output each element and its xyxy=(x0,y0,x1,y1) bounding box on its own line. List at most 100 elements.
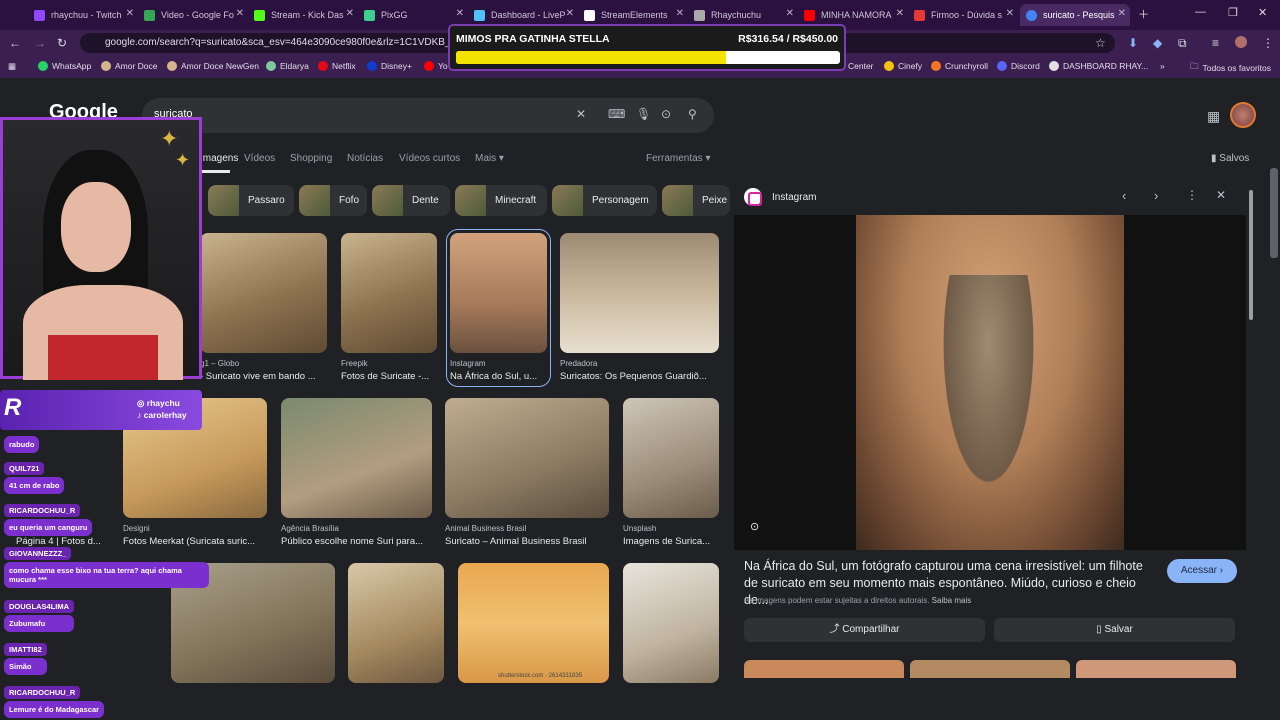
close-icon[interactable]: ✕ xyxy=(676,8,684,19)
chip-fofo[interactable]: Fofo xyxy=(299,185,367,216)
extensions-puzzle-icon[interactable]: ⧉ xyxy=(1178,36,1187,51)
next-icon[interactable]: › xyxy=(1154,188,1158,203)
image-result[interactable]: Freepik Fotos de Suricate -... xyxy=(341,233,437,383)
extension-icon[interactable]: ◆ xyxy=(1153,36,1162,50)
bookmark-netflix[interactable]: Netflix xyxy=(318,61,356,71)
eldarya-icon xyxy=(266,61,276,71)
menu-icon[interactable]: ⋮ xyxy=(1262,36,1274,50)
image-result-selected[interactable]: Instagram Na África do Sul, u... xyxy=(446,229,551,387)
close-icon[interactable]: ✕ xyxy=(1216,188,1226,202)
tab-twitch[interactable]: rhaychuu - Twitch ✕ xyxy=(28,4,138,26)
keyboard-icon[interactable]: ⌨ xyxy=(608,107,625,121)
tab-pixgg[interactable]: PixGG ✕ xyxy=(358,4,468,26)
image-result[interactable]: g1 – Globo - Suricato vive em bando ... xyxy=(200,233,327,383)
bookmark-youtube[interactable]: Yo xyxy=(424,61,448,71)
more-options-icon[interactable]: ⋮ xyxy=(1186,188,1198,202)
chip-dente[interactable]: Dente xyxy=(372,185,450,216)
close-icon[interactable]: ✕ xyxy=(236,8,244,19)
forward-icon[interactable]: → xyxy=(34,36,46,50)
scrollbar-thumb[interactable] xyxy=(1249,190,1253,320)
page-scrollbar[interactable] xyxy=(1270,168,1278,258)
google-apps-icon[interactable]: ▦ xyxy=(1207,108,1220,125)
search-box[interactable]: suricato ✕ ⌨ 🎙 ⊙ ⚲ xyxy=(142,98,714,133)
tab-firmoo[interactable]: Firmoo - Dúvida s ✕ xyxy=(908,4,1018,26)
share-button[interactable]: ⤴ Compartilhar xyxy=(744,618,985,642)
reload-icon[interactable]: ↻ xyxy=(57,36,67,50)
tools-button[interactable]: Ferramentas ▾ xyxy=(646,153,711,164)
all-bookmarks[interactable]: 🗀 Todos os favoritos xyxy=(1190,61,1271,75)
chip-minecraft[interactable]: Minecraft xyxy=(455,185,547,216)
close-icon[interactable]: ✕ xyxy=(126,8,134,19)
minimize-icon[interactable]: — xyxy=(1195,6,1206,18)
tab-dashboard[interactable]: Dashboard - LiveP ✕ xyxy=(468,4,578,26)
close-icon[interactable]: ✕ xyxy=(456,8,464,19)
image-result[interactable]: Animal Business Brasil Suricato – Animal… xyxy=(445,398,609,548)
new-tab-icon[interactable]: ＋ xyxy=(1138,6,1149,22)
saved-button[interactable]: ▮ Salvos xyxy=(1211,153,1249,164)
image-result[interactable]: Agência Brasília Público escolhe nome Su… xyxy=(281,398,432,548)
bookmark-cinefy[interactable]: Cinefy xyxy=(884,61,922,71)
chip-thumbnail xyxy=(299,185,330,216)
learn-more-link[interactable]: Saiba mais xyxy=(932,596,972,605)
close-icon[interactable]: ✕ xyxy=(896,8,904,19)
more-bookmarks-icon[interactable]: » xyxy=(1160,61,1165,71)
panel-scrollbar[interactable] xyxy=(1247,190,1255,680)
tab-videos[interactable]: Vídeos xyxy=(244,153,275,164)
bookmark-amor-doce[interactable]: Amor Doce xyxy=(101,61,158,71)
clear-icon[interactable]: ✕ xyxy=(576,107,586,121)
search-icon[interactable]: ⚲ xyxy=(688,107,697,121)
bookmark-star-icon[interactable]: ☆ xyxy=(1095,36,1106,50)
preview-image[interactable]: ⊙ xyxy=(734,215,1246,550)
profile-avatar[interactable] xyxy=(1235,36,1247,48)
tab-streamelements[interactable]: StreamElements ✕ xyxy=(578,4,688,26)
bookmark-crunchyroll[interactable]: Crunchyroll xyxy=(931,61,988,71)
google-account-avatar[interactable] xyxy=(1230,102,1256,128)
image-result[interactable]: Predadora Suricatos: Os Pequenos Guardiõ… xyxy=(560,233,719,383)
close-icon[interactable]: ✕ xyxy=(1006,8,1014,19)
related-image[interactable] xyxy=(1076,660,1236,678)
image-result[interactable] xyxy=(348,563,444,683)
tab-suricato[interactable]: suricato - Pesquis ✕ xyxy=(1020,4,1130,26)
image-result[interactable]: Unsplash Imagens de Surica... xyxy=(623,398,719,548)
bookmark-disney[interactable]: Disney+ xyxy=(367,61,412,71)
image-result[interactable]: shutterstock.com · 2614331835 xyxy=(458,563,609,683)
chip-passaro[interactable]: Passaro xyxy=(208,185,294,216)
tab-google-forms[interactable]: Video - Google Fo ✕ xyxy=(138,4,248,26)
close-icon[interactable]: ✕ xyxy=(1118,8,1126,19)
bookmark-amor-doce-newgen[interactable]: Amor Doce NewGen xyxy=(167,61,259,71)
apps-icon[interactable]: ▦ xyxy=(8,61,16,72)
related-image[interactable] xyxy=(910,660,1070,678)
bookmark-dashboard[interactable]: DASHBOARD RHAY... xyxy=(1049,61,1148,71)
lens-icon[interactable]: ⊙ xyxy=(750,520,759,533)
lens-icon[interactable]: ⊙ xyxy=(661,107,671,121)
tab-youtube[interactable]: MINHA NAMORA ✕ xyxy=(798,4,908,26)
save-button[interactable]: ▯ Salvar xyxy=(994,618,1235,642)
bookmark-center[interactable]: Center xyxy=(848,61,874,71)
tab-imagens[interactable]: Imagens xyxy=(200,153,238,164)
bookmark-whatsapp[interactable]: WhatsApp xyxy=(38,61,91,71)
restore-icon[interactable]: ❐ xyxy=(1228,6,1238,19)
bookmark-eldarya[interactable]: Eldarya xyxy=(266,61,309,71)
close-icon[interactable]: ✕ xyxy=(786,8,794,19)
tab-videos-curtos[interactable]: Vídeos curtos xyxy=(399,153,460,164)
bookmark-discord[interactable]: Discord xyxy=(997,61,1040,71)
mic-icon[interactable]: 🎙 xyxy=(636,107,651,121)
close-icon[interactable]: ✕ xyxy=(566,8,574,19)
close-window-icon[interactable]: ✕ xyxy=(1258,6,1267,19)
back-icon[interactable]: ← xyxy=(9,36,21,50)
tab-noticias[interactable]: Notícias xyxy=(347,153,383,164)
tab-shopping[interactable]: Shopping xyxy=(290,153,332,164)
tab-rhaychuchu[interactable]: Rhaychuchu ✕ xyxy=(688,4,798,26)
tab-mais[interactable]: Mais ▾ xyxy=(475,153,504,164)
previous-icon[interactable]: ‹ xyxy=(1122,188,1126,203)
close-icon[interactable]: ✕ xyxy=(346,8,354,19)
download-icon[interactable]: ⬇ xyxy=(1128,36,1138,50)
tab-search-icon[interactable]: ≡ xyxy=(1212,36,1219,50)
chip-peixe[interactable]: Peixe xyxy=(662,185,730,216)
visit-button[interactable]: Acessar › xyxy=(1167,559,1237,583)
image-result[interactable] xyxy=(623,563,719,683)
related-image[interactable] xyxy=(744,660,904,678)
preview-source[interactable]: Instagram xyxy=(744,188,816,206)
tab-kick[interactable]: Stream - Kick Das ✕ xyxy=(248,4,358,26)
chip-personagem[interactable]: Personagem xyxy=(552,185,657,216)
